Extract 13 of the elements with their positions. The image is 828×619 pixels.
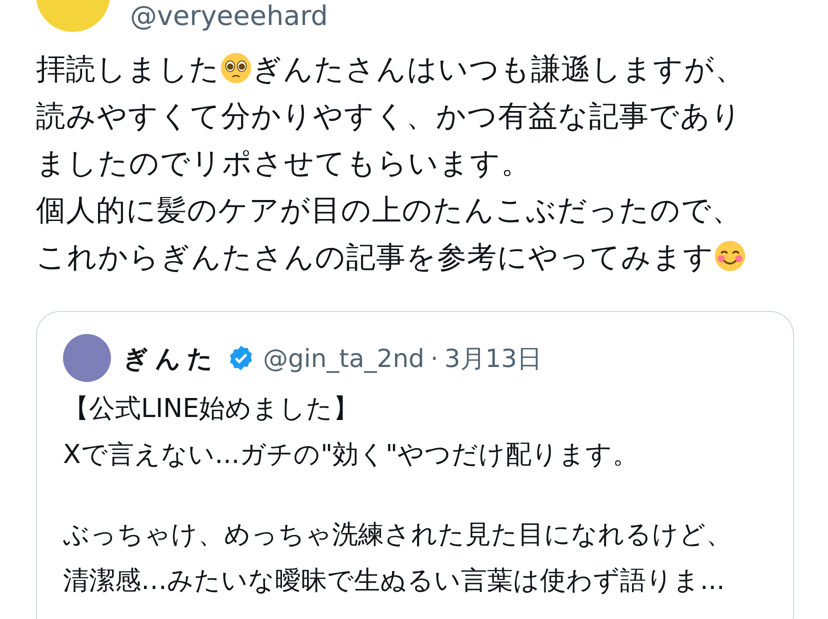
- smiling-face-icon: [714, 240, 746, 272]
- quoted-post-card[interactable]: ぎんた @gin_ta_2nd · 3月13日 【公式LINE始めました】 Xで言えない...ガチの"効く"やつだけ配ります。 ぶっちゃけ、めっちゃ洗練された見た目になれるけど、 清潔感…みたいな曖昧で生ぬるい言葉は使わず語りま...: [36, 311, 794, 619]
- tweet-text: 個人的に髪のケアが目の上のたんこぶだったので、 これからぎんたさんの記事を参考にやってみます: [36, 187, 828, 281]
- avatar: [63, 334, 111, 382]
- quoted-post-text: ぶっちゃけ、めっちゃ洗練された見た目になれるけど、 清潔感…みたいな曖昧で生ぬるい言葉は使わず語りま...: [63, 519, 733, 598]
- separator-dot: ·: [430, 344, 438, 372]
- user-handle: @gin_ta_2nd: [263, 344, 424, 372]
- tweet-text: 拝読しました ぎんたさんはいつも謙遜しますが、 読みやすくて分かりやすく、かつ有益な記事であり ましたのでリポさせてもらいます。: [36, 51, 746, 182]
- post-date: 3月13日: [444, 342, 542, 374]
- quoted-post-text: 【公式LINE始めました】 Xで言えない...ガチの"効く"やつだけ配ります。: [63, 393, 640, 472]
- display-name: ぎんた: [123, 342, 219, 374]
- user-handle: @veryeeehard: [130, 0, 328, 32]
- pleading-face-icon: [220, 52, 252, 84]
